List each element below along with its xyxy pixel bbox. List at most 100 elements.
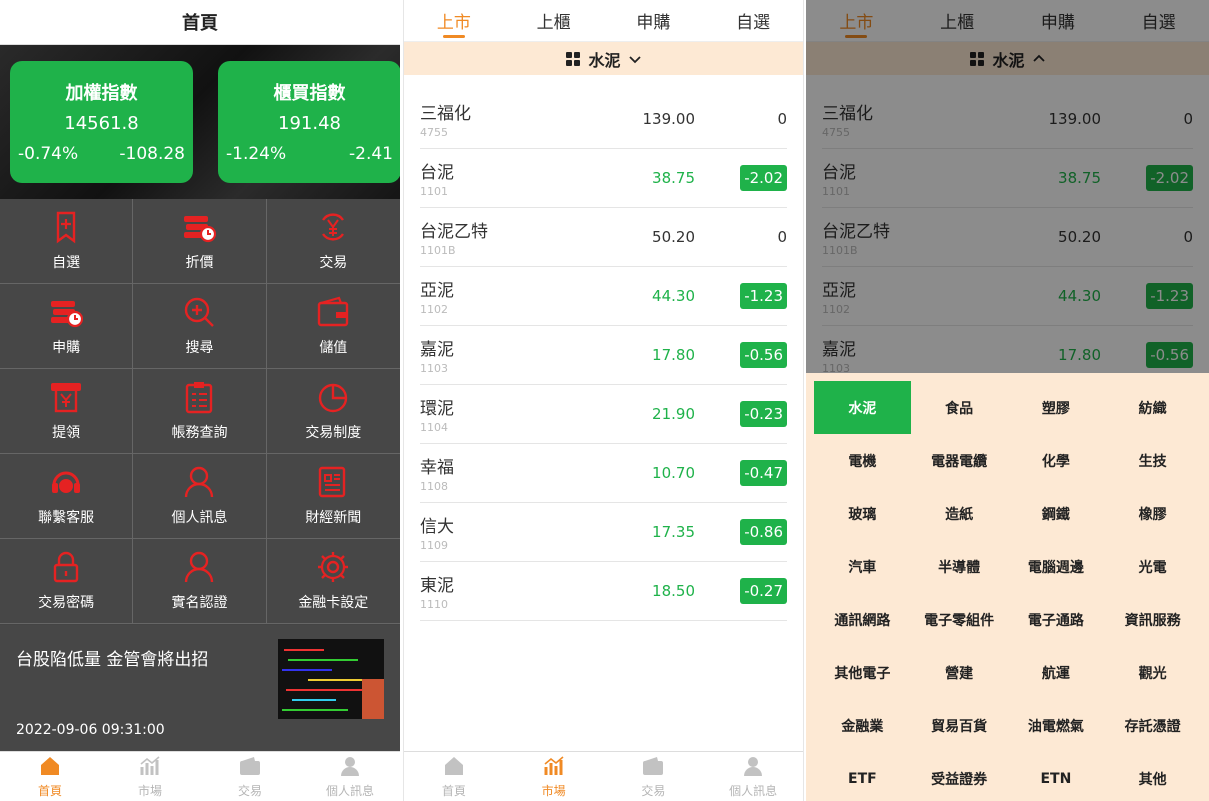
category-option[interactable]: 水泥 [814,381,911,434]
page-title: 首頁 [0,0,400,45]
category-option[interactable]: 存託憑證 [1104,699,1201,752]
menu-item[interactable]: 交易 [266,199,400,284]
category-option[interactable]: 金融業 [814,699,911,752]
category-selector[interactable]: 水泥 [806,42,1209,75]
category-option[interactable]: 食品 [911,381,1008,434]
tab-2[interactable]: 交易 [200,752,300,801]
news-item[interactable]: 台股陷低量 金管會將出招 2022-09-06 09:31:00 [0,624,400,752]
stock-row[interactable]: 台泥乙特 1101B 50.20 0 [822,208,1193,267]
stock-row[interactable]: 環泥 1104 21.90 -0.23 [420,385,787,444]
menu-item[interactable]: 搜尋 [133,284,267,369]
market-tab[interactable]: 自選 [703,0,803,41]
menu-item[interactable]: 實名認證 [133,539,267,624]
menu-item-label: 實名認證 [171,595,228,611]
category-option[interactable]: 生技 [1104,434,1201,487]
menu-item[interactable]: 儲值 [266,284,400,369]
category-option[interactable]: 通訊網路 [814,593,911,646]
home-icon [443,755,465,782]
index-card-taiex[interactable]: 加權指數 14561.8 -0.74% -108.28 [10,61,193,183]
atm-yen-icon [49,380,83,422]
category-label: 水泥 [588,50,621,70]
news-time: 2022-09-06 09:31:00 [16,722,165,738]
category-option[interactable]: 貿易百貨 [911,699,1008,752]
menu-item[interactable]: 自選 [0,199,134,284]
category-selector[interactable]: 水泥 [404,42,803,75]
menu-item[interactable]: 交易密碼 [0,539,134,624]
tab-1[interactable]: 市場 [100,752,200,801]
tab-0[interactable]: 首頁 [404,752,504,801]
tab-2[interactable]: 交易 [604,752,704,801]
yen-cycle-icon [316,210,350,252]
market-tab[interactable]: 上市 [806,0,907,41]
category-option[interactable]: 造紙 [911,487,1008,540]
stock-row[interactable]: 台泥 1101 38.75 -2.02 [420,149,787,208]
market-tab[interactable]: 申購 [604,0,704,41]
category-option[interactable]: 光電 [1104,540,1201,593]
category-option[interactable]: 電腦週邊 [1008,540,1105,593]
category-option[interactable]: 營建 [911,646,1008,699]
menu-item[interactable]: 金融卡設定 [266,539,400,624]
market-tab[interactable]: 自選 [1108,0,1209,41]
stock-row[interactable]: 台泥乙特 1101B 50.20 0 [420,208,787,267]
stock-price: 10.70 [652,464,695,482]
menu-item[interactable]: 個人訊息 [133,454,267,539]
category-option[interactable]: 其他 [1104,752,1201,801]
stock-row[interactable]: 嘉泥 1103 17.80 -0.56 [420,326,787,385]
tab-label: 市場 [137,783,162,798]
stock-row[interactable]: 三福化 4755 139.00 0 [822,90,1193,149]
category-option[interactable]: 玻璃 [814,487,911,540]
category-option[interactable]: 油電燃氣 [1008,699,1105,752]
stock-row[interactable]: 三福化 4755 139.00 0 [420,90,787,149]
stock-price: 139.00 [642,110,696,128]
stock-row[interactable]: 亞泥 1102 44.30 -1.23 [420,267,787,326]
category-option[interactable]: 觀光 [1104,646,1201,699]
stock-row[interactable]: 台泥 1101 38.75 -2.02 [822,149,1193,208]
menu-item-label: 折價 [185,255,214,271]
index-banner: 加權指數 14561.8 -0.74% -108.28 櫃買指數 191.48 … [0,45,400,199]
index-change: -108.28 [119,144,185,164]
category-option[interactable]: 資訊服務 [1104,593,1201,646]
menu-item[interactable]: 申購 [0,284,134,369]
category-option[interactable]: 橡膠 [1104,487,1201,540]
market-tab[interactable]: 上櫃 [907,0,1008,41]
category-option[interactable]: 半導體 [911,540,1008,593]
menu-item[interactable]: 提領 [0,369,134,454]
stock-name: 嘉泥 [420,340,454,360]
market-tab[interactable]: 申購 [1008,0,1109,41]
menu-item[interactable]: 折價 [133,199,267,284]
menu-item[interactable]: 財經新聞 [266,454,400,539]
stock-price: 139.00 [1048,110,1102,128]
stock-row[interactable]: 亞泥 1102 44.30 -1.23 [822,267,1193,326]
category-option[interactable]: 化學 [1008,434,1105,487]
category-option[interactable]: 受益證券 [911,752,1008,801]
category-option[interactable]: 鋼鐵 [1008,487,1105,540]
category-option[interactable]: 電器電纜 [911,434,1008,487]
category-option[interactable]: 其他電子 [814,646,911,699]
stock-row[interactable]: 東泥 1110 18.50 -0.27 [420,562,787,621]
category-option[interactable]: 航運 [1008,646,1105,699]
menu-item[interactable]: 交易制度 [266,369,400,454]
tab-3[interactable]: 個人訊息 [703,752,803,801]
menu-item-label: 交易 [319,255,348,271]
market-tab[interactable]: 上市 [404,0,504,41]
tab-3[interactable]: 個人訊息 [300,752,400,801]
stock-row[interactable]: 信大 1109 17.35 -0.86 [420,503,787,562]
category-option[interactable]: 紡織 [1104,381,1201,434]
menu-item[interactable]: 聯繫客服 [0,454,134,539]
stock-name: 台泥乙特 [420,222,488,242]
index-card-otc[interactable]: 櫃買指數 191.48 -1.24% -2.41 [218,61,400,183]
category-option[interactable]: 汽車 [814,540,911,593]
menu-item[interactable]: 帳務查詢 [133,369,267,454]
category-option[interactable]: 電機 [814,434,911,487]
category-option[interactable]: 電子通路 [1008,593,1105,646]
market-tab[interactable]: 上櫃 [504,0,604,41]
tab-0[interactable]: 首頁 [0,752,100,801]
category-option[interactable]: ETF [814,752,911,801]
menu-item-label: 自選 [52,255,81,271]
category-option[interactable]: 電子零組件 [911,593,1008,646]
headset-icon [49,465,83,507]
tab-1[interactable]: 市場 [504,752,604,801]
stock-row[interactable]: 幸福 1108 10.70 -0.47 [420,444,787,503]
category-option[interactable]: 塑膠 [1008,381,1105,434]
category-option[interactable]: ETN [1008,752,1105,801]
